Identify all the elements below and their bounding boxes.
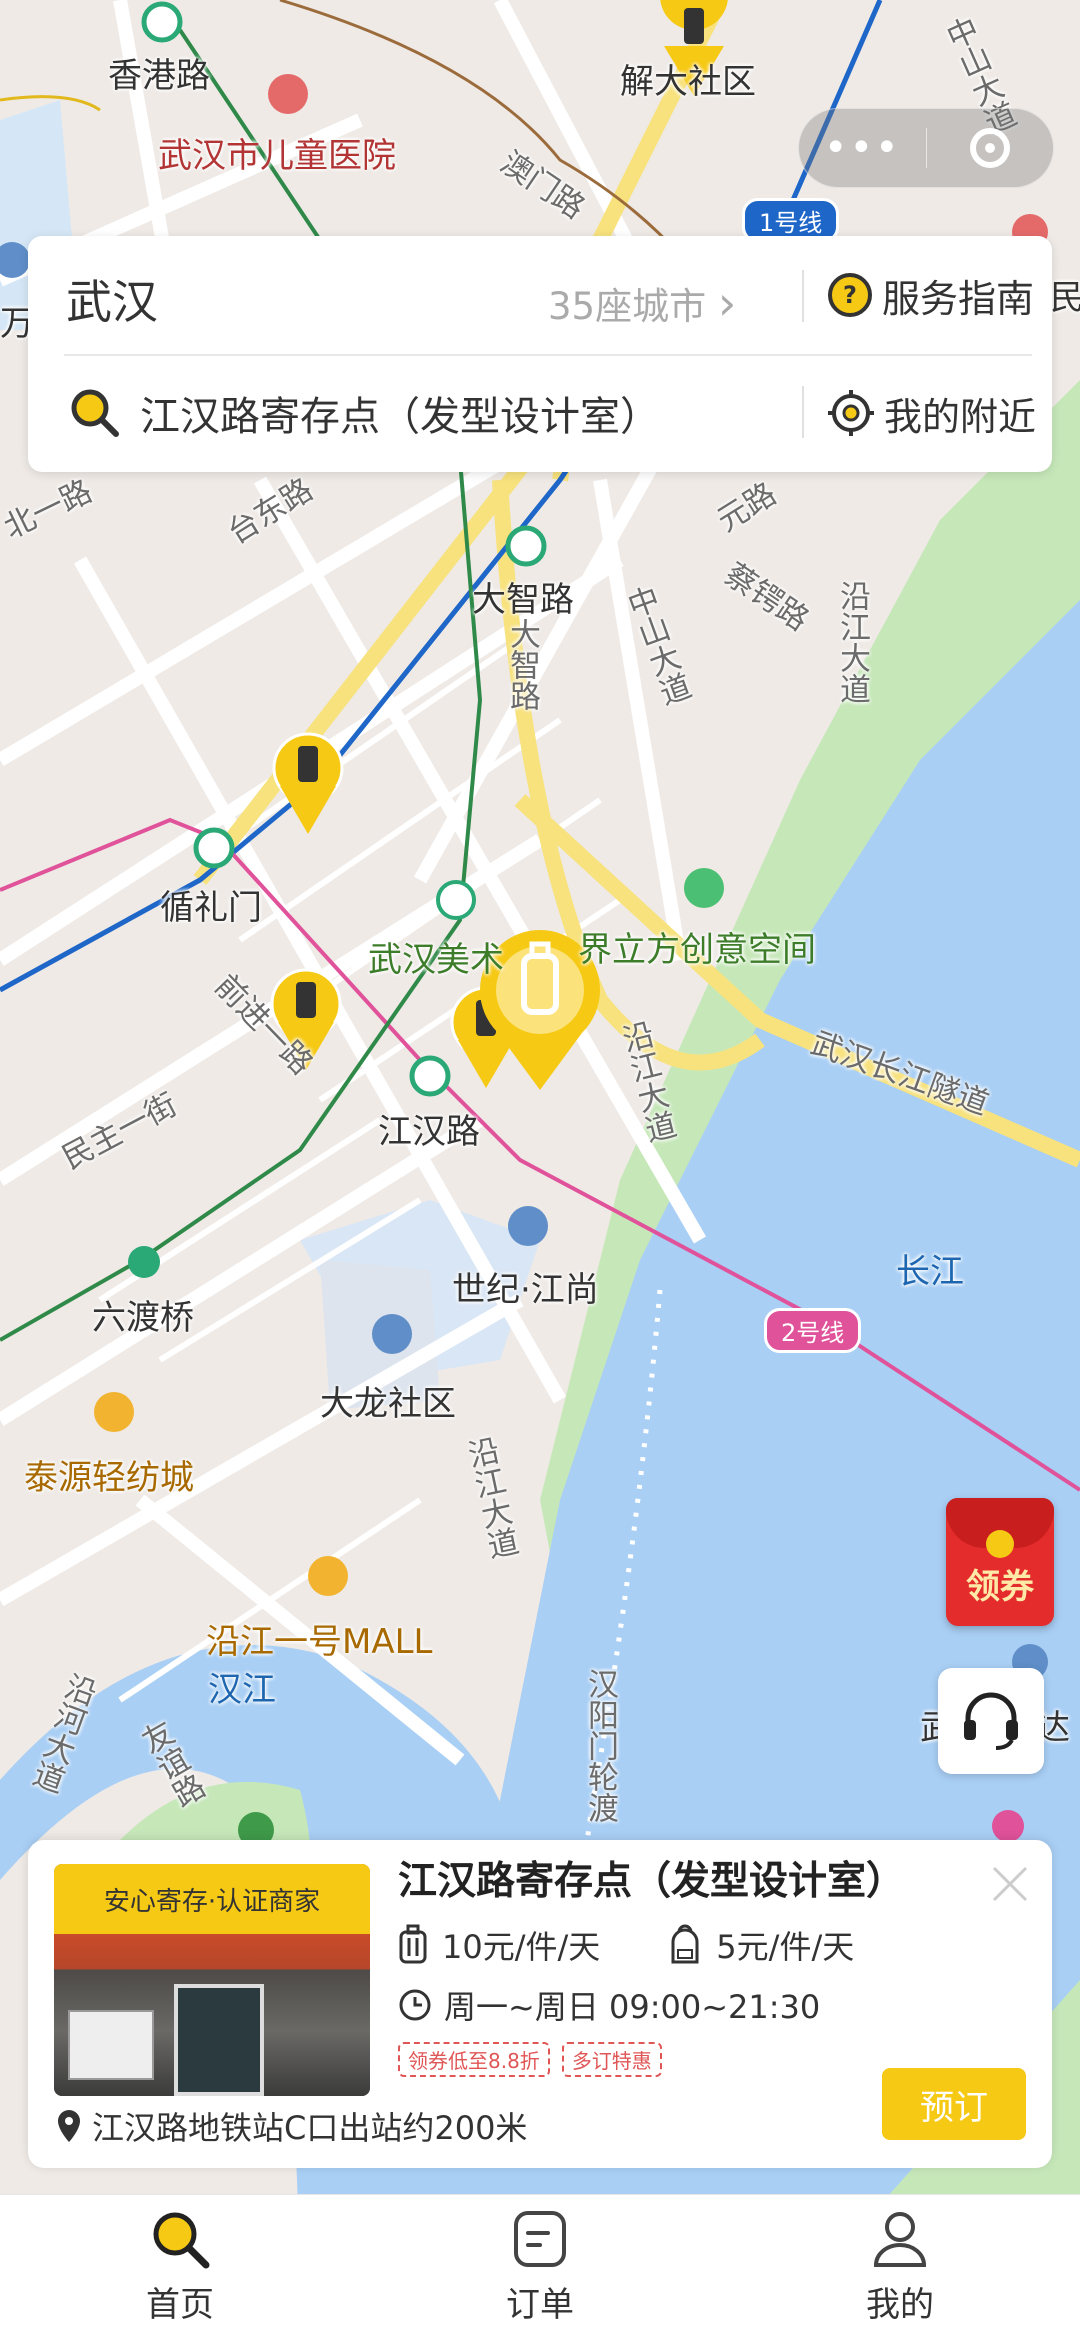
map-label: 沿江大道	[834, 580, 870, 704]
station-icon-xunlimen[interactable]	[193, 827, 235, 869]
divider	[802, 386, 804, 438]
hours-row: 周一~周日 09:00~21:30	[398, 1980, 820, 2030]
promo-tags: 领券低至8.8折 多订特惠	[398, 2042, 662, 2077]
mini-program-capsule[interactable]: •••	[798, 108, 1054, 188]
tab-bar: 首页 订单 我的	[0, 2194, 1080, 2340]
search-icon	[71, 389, 119, 437]
store-card[interactable]: 安心寄存·认证商家 江汉路寄存点（发型设计室） 10元/件/天 5元/件/天 周…	[28, 1840, 1052, 2168]
poi-camera-icon[interactable]	[684, 868, 724, 908]
store-title: 江汉路寄存点（发型设计室）	[398, 1859, 906, 1904]
order-icon	[514, 2211, 566, 2267]
luggage-price: 10元/件/天	[442, 1928, 601, 1966]
station-icon-jianghanlu[interactable]	[409, 1055, 451, 1097]
divider	[802, 270, 804, 322]
city-row: 武汉 35座城市 › ? 服务指南	[28, 236, 1052, 354]
city-name[interactable]: 武汉	[66, 266, 158, 332]
certified-badge: 安心寄存·认证商家	[54, 1864, 370, 1934]
service-guide-label: 服务指南	[882, 276, 1035, 321]
home-icon[interactable]	[508, 1206, 548, 1246]
map-label: 民	[1050, 278, 1080, 318]
map-label: 大智路	[504, 618, 540, 711]
map-label: 武汉市儿童医院	[158, 136, 396, 176]
tab-home[interactable]: 首页	[0, 2195, 360, 2340]
mall-icon[interactable]	[308, 1556, 348, 1596]
customer-service-button[interactable]	[938, 1668, 1044, 1774]
search-row: 江汉路寄存点（发型设计室） 我的附近	[28, 354, 1052, 472]
map-label: 汉江	[208, 1670, 276, 1710]
map-label: 循礼门	[160, 888, 262, 928]
map-label: 六渡桥	[92, 1298, 194, 1338]
map-label: 长江	[896, 1252, 964, 1292]
map-label: 江汉路	[378, 1112, 480, 1152]
tab-label: 首页	[146, 2285, 214, 2325]
more-menu-button[interactable]: •••	[799, 125, 926, 171]
promo-tag: 领券低至8.8折	[398, 2042, 550, 2077]
map-label: 武汉美术	[368, 940, 504, 980]
map-label: 大龙社区	[320, 1384, 456, 1424]
metro-line-2-badge[interactable]: 2号线	[764, 1308, 862, 1353]
promo-tag: 多订特惠	[561, 2042, 662, 2077]
tab-profile[interactable]: 我的	[720, 2195, 1080, 2340]
backpack-icon	[671, 1924, 699, 1964]
station-icon-yuan[interactable]	[436, 880, 476, 920]
profile-icon	[873, 2212, 927, 2267]
close-mini-program-button[interactable]	[926, 128, 1053, 168]
station-icon-xianggang[interactable]	[141, 1, 183, 43]
nearby-button[interactable]: 我的附近	[828, 384, 1036, 442]
locate-icon	[828, 390, 874, 436]
map-label: 大智路	[472, 580, 574, 620]
bag-price: 5元/件/天	[716, 1928, 855, 1966]
coupon-button[interactable]: 领券	[946, 1498, 1054, 1626]
clock-icon	[399, 1989, 431, 2021]
search-card: 武汉 35座城市 › ? 服务指南 江汉路寄存点（发型设计室） 我的附近	[28, 236, 1052, 472]
service-guide-button[interactable]: ? 服务指南	[828, 266, 1034, 324]
search-icon	[153, 2212, 210, 2269]
map-label: 界立方创意空间	[578, 930, 816, 970]
luggage-icon	[399, 1924, 427, 1964]
city-count-link[interactable]: 35座城市 ›	[548, 276, 736, 330]
business-hours: 周一~周日 09:00~21:30	[444, 1988, 821, 2026]
map-label: 泰源轻纺城	[24, 1458, 194, 1498]
station-icon-dazhi[interactable]	[505, 525, 547, 567]
search-input[interactable]: 江汉路寄存点（发型设计室）	[140, 384, 660, 442]
nearby-label: 我的附近	[884, 394, 1037, 439]
tab-orders[interactable]: 订单	[360, 2195, 720, 2340]
mall-icon[interactable]	[94, 1392, 134, 1432]
home-icon[interactable]	[372, 1314, 412, 1354]
tab-label: 我的	[866, 2285, 934, 2325]
hospital-icon[interactable]	[268, 74, 308, 114]
map-label: 解大社区	[620, 62, 756, 102]
chevron-right-icon: ›	[717, 276, 737, 330]
distance-row: 江汉路地铁站C口出站约200米	[56, 2096, 527, 2156]
headset-icon	[964, 1692, 1018, 1750]
map-label: 香港路	[108, 56, 210, 96]
metro-icon[interactable]	[992, 1810, 1024, 1842]
store-photo[interactable]: 安心寄存·认证商家	[54, 1864, 370, 2096]
coupon-label: 领券	[966, 1567, 1034, 1607]
map-label: 世纪·江尚	[452, 1270, 599, 1310]
distance-text: 江汉路地铁站C口出站约200米	[92, 2109, 528, 2147]
price-row: 10元/件/天 5元/件/天	[398, 1920, 854, 1970]
target-icon	[969, 128, 1010, 168]
close-icon[interactable]	[988, 1862, 1032, 1906]
map-label: 汉阳门轮渡	[582, 1668, 618, 1823]
book-button[interactable]: 预订	[882, 2068, 1026, 2140]
tab-label: 订单	[506, 2285, 574, 2325]
city-count-text: 35座城市	[548, 285, 707, 328]
map-label: 沿江一号MALL	[206, 1622, 433, 1662]
station-icon-liudu[interactable]	[128, 1246, 160, 1278]
location-pin-icon	[58, 2110, 80, 2142]
help-icon: ?	[828, 273, 872, 317]
